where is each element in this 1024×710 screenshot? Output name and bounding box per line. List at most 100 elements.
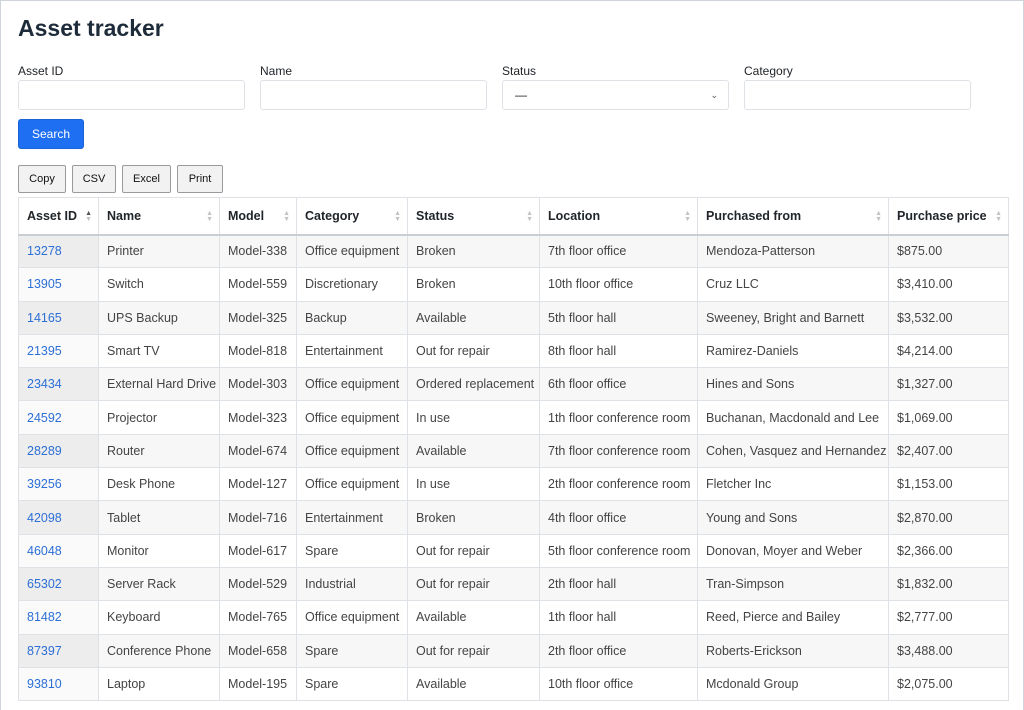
asset-id-link[interactable]: 39256 xyxy=(19,468,99,501)
table-cell: Tablet xyxy=(99,501,220,534)
asset-id-link[interactable]: 42098 xyxy=(19,501,99,534)
table-row[interactable]: 13905SwitchModel-559DiscretionaryBroken1… xyxy=(19,268,1009,301)
asset-id-link[interactable]: 87397 xyxy=(19,634,99,667)
print-button[interactable]: Print xyxy=(177,165,223,193)
table-cell: Model-529 xyxy=(220,567,297,600)
table-cell: Model-338 xyxy=(220,235,297,268)
status-select[interactable]: — ⌄ xyxy=(502,80,729,110)
table-cell: Buchanan, Macdonald and Lee xyxy=(698,401,889,434)
table-cell: 6th floor office xyxy=(540,368,698,401)
asset-id-link[interactable]: 24592 xyxy=(19,401,99,434)
table-row[interactable]: 42098TabletModel-716EntertainmentBroken4… xyxy=(19,501,1009,534)
app-frame: Asset tracker Asset ID Name Status — ⌄ C… xyxy=(0,0,1024,710)
table-row[interactable]: 24592ProjectorModel-323Office equipmentI… xyxy=(19,401,1009,434)
table-cell: 10th floor office xyxy=(540,268,698,301)
asset-id-link[interactable]: 65302 xyxy=(19,567,99,600)
table-row[interactable]: 39256Desk PhoneModel-127Office equipment… xyxy=(19,468,1009,501)
table-cell: Model-127 xyxy=(220,468,297,501)
asset-id-link[interactable]: 28289 xyxy=(19,434,99,467)
table-cell: Out for repair xyxy=(408,634,540,667)
category-input[interactable] xyxy=(744,80,971,110)
table-cell: Backup xyxy=(297,301,408,334)
table-cell: Out for repair xyxy=(408,567,540,600)
asset-id-link[interactable]: 93810 xyxy=(19,667,99,700)
table-cell: Monitor xyxy=(99,534,220,567)
table-cell: Hines and Sons xyxy=(698,368,889,401)
asset-id-link[interactable]: 21395 xyxy=(19,334,99,367)
column-header-purchased-from[interactable]: Purchased from▲▼ xyxy=(698,198,889,235)
table-body: 13278PrinterModel-338Office equipmentBro… xyxy=(19,235,1009,701)
table-cell: 7th floor office xyxy=(540,235,698,268)
table-header: Asset ID▲▼Name▲▼Model▲▼Category▲▼Status▲… xyxy=(19,198,1009,235)
asset-id-link[interactable]: 46048 xyxy=(19,534,99,567)
table-cell: Model-658 xyxy=(220,634,297,667)
table-cell: Available xyxy=(408,301,540,334)
asset-id-link[interactable]: 13278 xyxy=(19,235,99,268)
table-cell: Entertainment xyxy=(297,501,408,534)
table-cell: Broken xyxy=(408,268,540,301)
table-cell: $2,870.00 xyxy=(889,501,1009,534)
search-button[interactable]: Search xyxy=(18,119,84,149)
column-header-label: Location xyxy=(548,209,600,223)
name-input[interactable] xyxy=(260,80,487,110)
category-label: Category xyxy=(744,64,793,78)
table-cell: Model-323 xyxy=(220,401,297,434)
table-cell: 7th floor conference room xyxy=(540,434,698,467)
column-header-location[interactable]: Location▲▼ xyxy=(540,198,698,235)
sort-icon: ▲▼ xyxy=(526,211,533,223)
copy-button[interactable]: Copy xyxy=(18,165,66,193)
column-header-name[interactable]: Name▲▼ xyxy=(99,198,220,235)
table-cell: 5th floor conference room xyxy=(540,534,698,567)
sort-icon: ▲▼ xyxy=(875,211,882,223)
table-cell: Available xyxy=(408,434,540,467)
table-cell: Server Rack xyxy=(99,567,220,600)
table-cell: Available xyxy=(408,667,540,700)
table-cell: Roberts-Erickson xyxy=(698,634,889,667)
table-cell: Desk Phone xyxy=(99,468,220,501)
table-cell: $4,214.00 xyxy=(889,334,1009,367)
table-row[interactable]: 21395Smart TVModel-818EntertainmentOut f… xyxy=(19,334,1009,367)
table-row[interactable]: 46048MonitorModel-617SpareOut for repair… xyxy=(19,534,1009,567)
table-cell: $2,777.00 xyxy=(889,601,1009,634)
excel-button[interactable]: Excel xyxy=(122,165,171,193)
asset-id-link[interactable]: 81482 xyxy=(19,601,99,634)
asset-id-input[interactable] xyxy=(18,80,245,110)
table-row[interactable]: 93810LaptopModel-195SpareAvailable10th f… xyxy=(19,667,1009,700)
asset-id-link[interactable]: 23434 xyxy=(19,368,99,401)
table-cell: UPS Backup xyxy=(99,301,220,334)
column-header-purchase-price[interactable]: Purchase price▲▼ xyxy=(889,198,1009,235)
asset-id-link[interactable]: 14165 xyxy=(19,301,99,334)
column-header-status[interactable]: Status▲▼ xyxy=(408,198,540,235)
status-select-value: — xyxy=(515,88,527,102)
table-row[interactable]: 14165UPS BackupModel-325BackupAvailable5… xyxy=(19,301,1009,334)
table-cell: Out for repair xyxy=(408,334,540,367)
sort-icon: ▲▼ xyxy=(995,211,1002,223)
table-cell: 2th floor conference room xyxy=(540,468,698,501)
asset-id-link[interactable]: 13905 xyxy=(19,268,99,301)
table-cell: $2,075.00 xyxy=(889,667,1009,700)
table-cell: In use xyxy=(408,468,540,501)
column-header-label: Category xyxy=(305,209,359,223)
table-row[interactable]: 23434External Hard DriveModel-303Office … xyxy=(19,368,1009,401)
column-header-category[interactable]: Category▲▼ xyxy=(297,198,408,235)
table-cell: $2,366.00 xyxy=(889,534,1009,567)
table-cell: Projector xyxy=(99,401,220,434)
table-row[interactable]: 28289RouterModel-674Office equipmentAvai… xyxy=(19,434,1009,467)
table-cell: Ramirez-Daniels xyxy=(698,334,889,367)
column-header-model[interactable]: Model▲▼ xyxy=(220,198,297,235)
table-cell: Mcdonald Group xyxy=(698,667,889,700)
table-row[interactable]: 65302Server RackModel-529IndustrialOut f… xyxy=(19,567,1009,600)
table-cell: Fletcher Inc xyxy=(698,468,889,501)
table-cell: $3,488.00 xyxy=(889,634,1009,667)
column-header-asset-id[interactable]: Asset ID▲▼ xyxy=(19,198,99,235)
csv-button[interactable]: CSV xyxy=(72,165,116,193)
table-row[interactable]: 87397Conference PhoneModel-658SpareOut f… xyxy=(19,634,1009,667)
table-cell: Spare xyxy=(297,634,408,667)
table-row[interactable]: 13278PrinterModel-338Office equipmentBro… xyxy=(19,235,1009,268)
table-cell: $3,532.00 xyxy=(889,301,1009,334)
table-cell: Model-559 xyxy=(220,268,297,301)
page-title: Asset tracker xyxy=(18,15,164,42)
column-header-label: Asset ID xyxy=(27,209,77,223)
table-cell: Young and Sons xyxy=(698,501,889,534)
table-row[interactable]: 81482KeyboardModel-765Office equipmentAv… xyxy=(19,601,1009,634)
